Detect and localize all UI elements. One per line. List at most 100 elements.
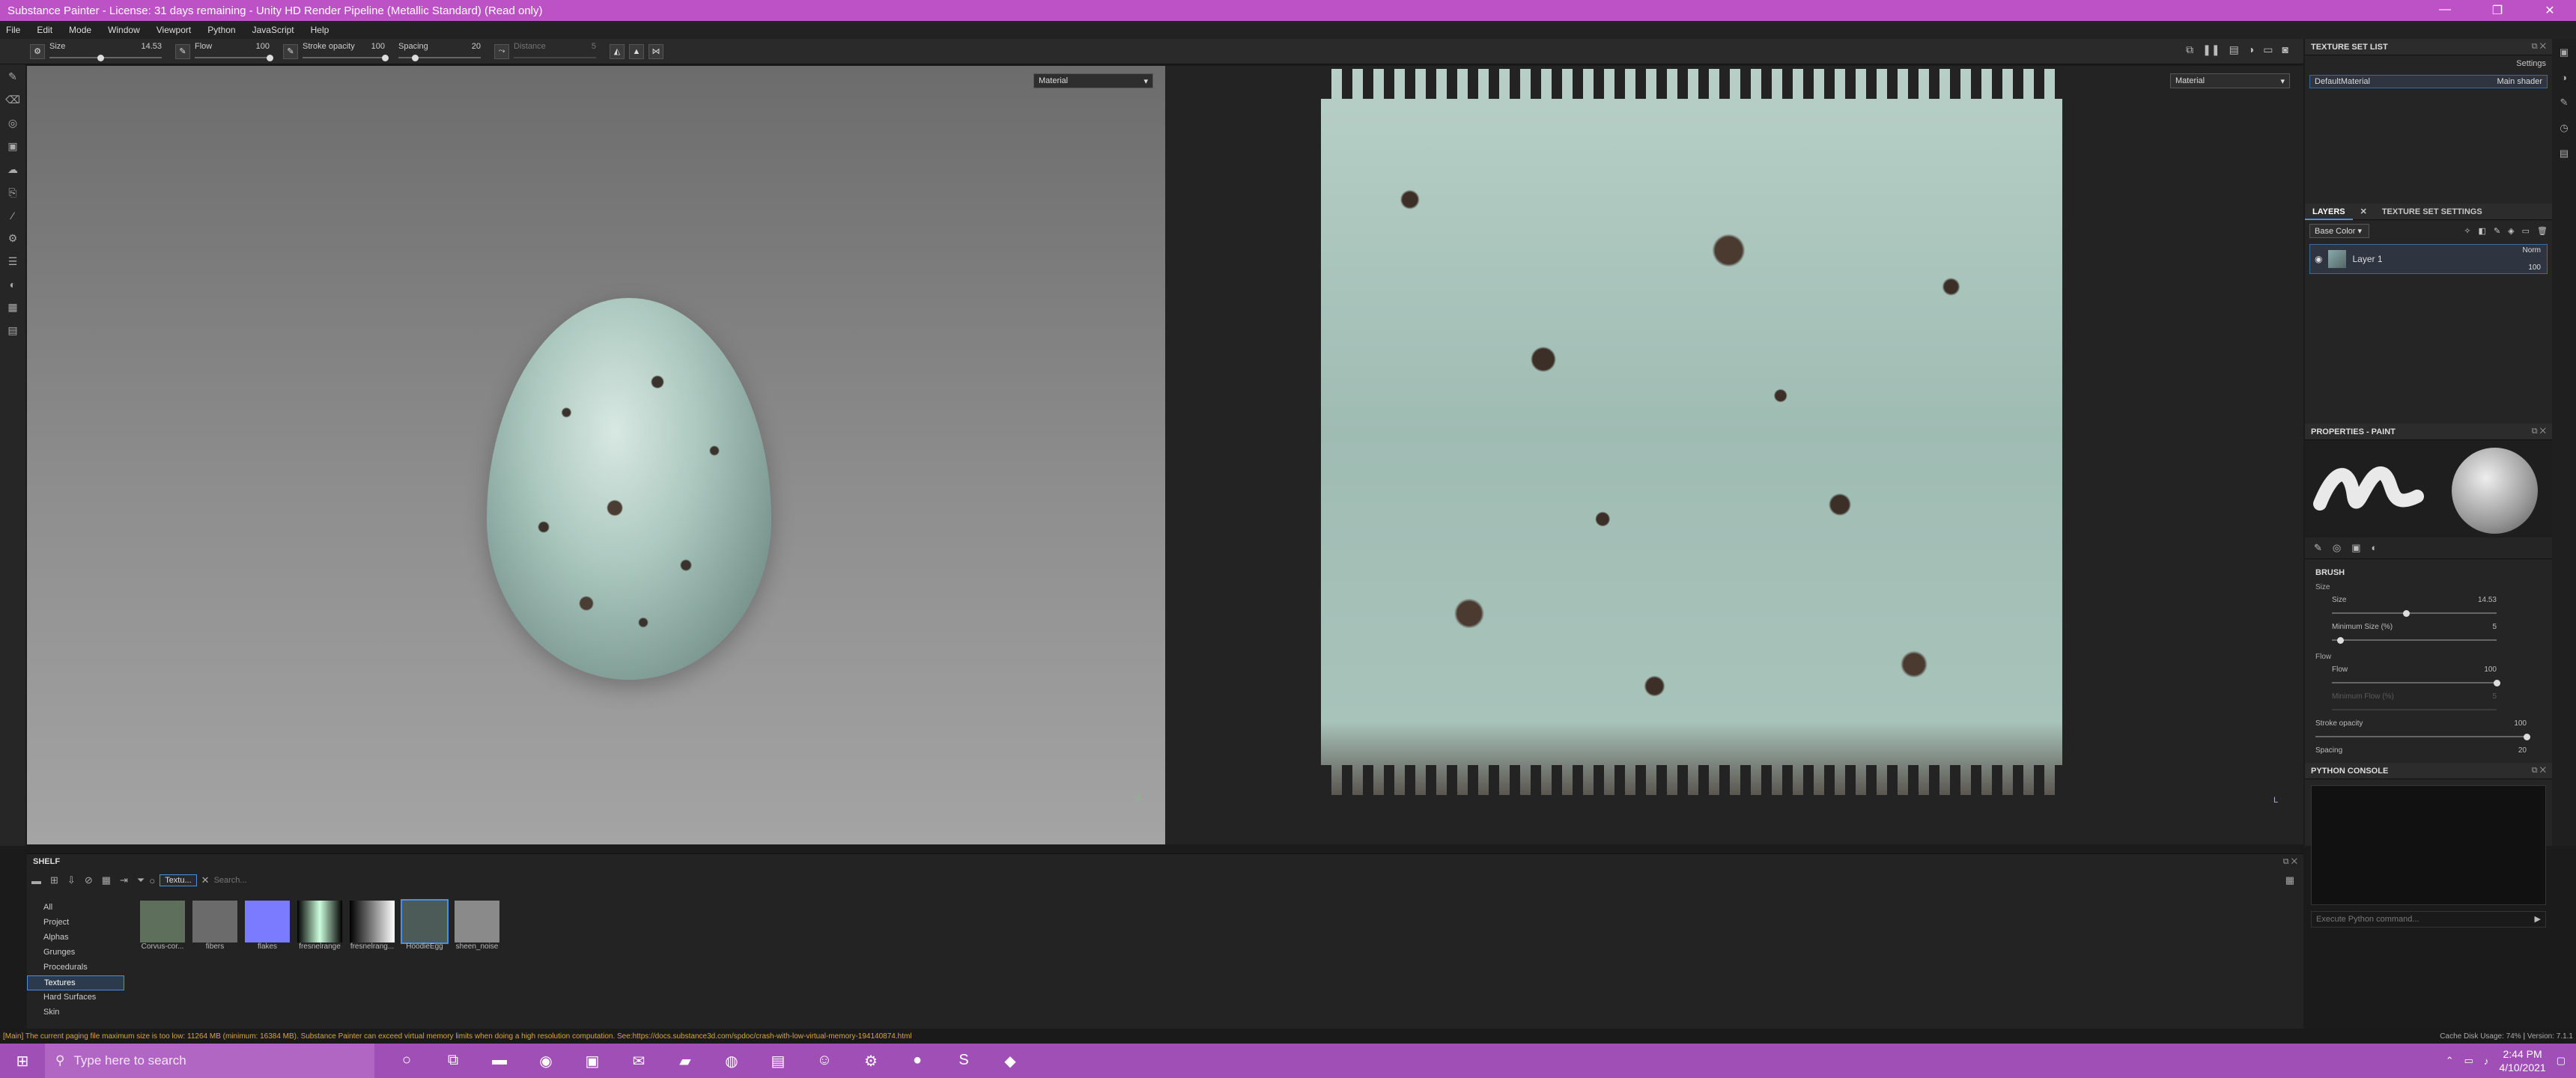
flow-knob[interactable] (267, 54, 273, 61)
sphere-icon[interactable]: ◑ (2248, 43, 2254, 56)
sync-icon[interactable]: ⇥ (120, 874, 128, 886)
clone-icon[interactable]: ⎘ (8, 186, 16, 199)
python-console-input[interactable]: Execute Python command... ▶ (2311, 911, 2546, 928)
prop-min-size-knob[interactable] (2337, 637, 2344, 644)
category-procedurals[interactable]: Procedurals (27, 960, 124, 975)
smudge-icon[interactable]: ☁ (7, 163, 18, 176)
brush-tab-icon[interactable]: ✎ (2314, 542, 2322, 554)
filter-icon[interactable]: ⏷ (137, 874, 145, 886)
remove-filter-icon[interactable]: ✕ (201, 874, 210, 886)
history-icon[interactable]: ◷ (2560, 122, 2568, 134)
alpha-tab-icon[interactable]: ◎ (2333, 542, 2341, 554)
menu-viewport[interactable]: Viewport (157, 25, 191, 35)
category-grunges[interactable]: Grunges (27, 945, 124, 960)
pen-pressure-icon[interactable]: ✎ (175, 43, 190, 59)
video-icon[interactable]: ▭ (2263, 43, 2273, 56)
layer-item[interactable]: ◉ Layer 1 Norm 100 (2309, 244, 2548, 274)
prop-size-slider[interactable]: Size 14.53 (2332, 596, 2542, 618)
texture-set-shader[interactable]: Main shader (2497, 77, 2542, 86)
prop-min-flow-slider[interactable]: Minimum Flow (%) 5 (2332, 692, 2542, 715)
menu-python[interactable]: Python (207, 25, 235, 35)
visibility-eye-icon[interactable]: ◉ (2315, 254, 2322, 264)
stencil-tab-icon[interactable]: ▣ (2351, 542, 2360, 554)
unity-icon[interactable]: ◆ (996, 1052, 1024, 1071)
spacing-knob[interactable] (412, 54, 419, 61)
brush-settings-icon[interactable]: ⚙ (30, 43, 45, 59)
shelf-search-input[interactable]: Search... (214, 876, 439, 885)
display-settings-icon[interactable]: ▤ (7, 324, 17, 337)
view-mode-icon[interactable]: ▦ (2285, 874, 2294, 886)
discord-icon[interactable]: ☺ (810, 1052, 839, 1071)
tab-texture-set-settings[interactable]: TEXTURE SET SETTINGS (2375, 207, 2490, 216)
align-icon[interactable]: ⋈ (648, 43, 663, 59)
layer-blend-mode[interactable]: Norm (2523, 246, 2541, 255)
category-hard-surfaces[interactable]: Hard Surfaces (27, 990, 124, 1005)
bake-icon[interactable]: ☰ (8, 255, 18, 268)
screenshot-icon[interactable]: ◙ (2282, 43, 2288, 56)
category-alphas[interactable]: Alphas (27, 931, 124, 945)
material-tab-icon[interactable]: ◐ (2372, 542, 2378, 554)
texture-set-settings-button[interactable]: Settings (2516, 59, 2546, 68)
category-project[interactable]: Project (27, 916, 124, 931)
shelf-item-selected[interactable]: HoodieEgg (401, 899, 449, 951)
file-explorer-icon[interactable]: ▬ (485, 1052, 514, 1071)
stroke-opacity-knob[interactable] (382, 54, 389, 61)
mirror-icon[interactable]: ▲ (629, 43, 644, 59)
pause-icon[interactable]: ❚❚ (2202, 43, 2220, 56)
texture-set-item[interactable]: DefaultMaterial Main shader (2309, 75, 2548, 88)
prop-flow-slider[interactable]: Flow 100 (2332, 666, 2542, 688)
filter-chip[interactable]: Textu... (160, 874, 197, 886)
shelf-item[interactable]: fresnelrang... (349, 901, 395, 951)
taskbar-search[interactable]: ⚲ Type here to search (45, 1044, 374, 1078)
chrome-icon[interactable]: ◉ (532, 1052, 560, 1071)
lazy-mouse-icon[interactable]: ⤳ (494, 43, 509, 59)
flow-slider[interactable]: Flow 100 (195, 39, 273, 64)
menu-window[interactable]: Window (108, 25, 140, 35)
shelf-item[interactable]: flakes (244, 901, 291, 951)
category-skin[interactable]: Skin (27, 1005, 124, 1020)
viewport-3d[interactable]: Material ▾ ⊥ (27, 66, 1165, 844)
prop-stroke-opacity-value[interactable]: 100 (2514, 719, 2527, 728)
volume-icon[interactable]: ♪ (2484, 1056, 2489, 1067)
prop-stroke-opacity-knob[interactable] (2524, 734, 2530, 740)
clock[interactable]: 2:44 PM 4/10/2021 (2499, 1047, 2545, 1074)
texture-set-icon[interactable]: ▣ (2560, 46, 2569, 58)
size-knob[interactable] (97, 54, 104, 61)
geometry-fill-icon[interactable]: ▣ (7, 140, 17, 153)
task-view-icon[interactable]: ⧉ (439, 1052, 467, 1071)
log-icon[interactable]: ▤ (2560, 147, 2569, 159)
menu-file[interactable]: File (6, 25, 20, 35)
stroke-opacity-slider[interactable]: Stroke opacity 100 (303, 39, 389, 64)
add-effect-icon[interactable]: ✧ (2464, 226, 2470, 236)
close-button[interactable]: ✕ (2524, 3, 2576, 18)
layer-opacity[interactable]: 100 (2528, 264, 2541, 272)
menu-edit[interactable]: Edit (37, 25, 52, 35)
category-all[interactable]: All (27, 901, 124, 916)
tab-close-icon[interactable]: ✕ (2353, 207, 2375, 216)
network-icon[interactable]: ▭ (2464, 1055, 2473, 1067)
prop-spacing-value[interactable]: 20 (2518, 746, 2527, 755)
windows-start-icon[interactable]: ⊞ (0, 1052, 45, 1071)
flow-pressure-icon[interactable]: ✎ (283, 43, 298, 59)
clear-filter-icon[interactable]: ○ (149, 875, 155, 886)
prop-flow-value[interactable]: 100 (2484, 666, 2497, 674)
app-icon[interactable]: ▤ (764, 1052, 792, 1071)
notifications-icon[interactable]: ▢ (2557, 1055, 2566, 1067)
import-icon[interactable]: ⇩ (67, 874, 76, 886)
prop-min-flow-value[interactable]: 5 (2492, 692, 2497, 701)
add-folder-icon[interactable]: ▭ (2522, 226, 2530, 236)
paint-brush-icon[interactable]: ✎ (8, 70, 17, 83)
prop-size-value[interactable]: 14.53 (2478, 596, 2497, 604)
size-slider[interactable]: Size 14.53 (49, 39, 162, 64)
folder-icon[interactable]: ▬ (31, 875, 41, 886)
clapper-icon[interactable]: ▰ (671, 1052, 699, 1071)
camera-sync-icon[interactable]: ⧉ (2186, 43, 2193, 56)
shelf-controls-icon[interactable]: ⧉ ✕ (2283, 857, 2297, 867)
menu-help[interactable]: Help (311, 25, 329, 35)
distance-slider[interactable]: Distance 5 (514, 39, 596, 64)
delete-layer-icon[interactable]: 🗑 (2537, 226, 2548, 236)
viewport-3d-mode-select[interactable]: Material ▾ (1033, 73, 1153, 88)
layers-icon[interactable]: ◑ (2561, 72, 2567, 83)
prop-spacing-slider[interactable]: Spacing 20 (2315, 746, 2542, 758)
viewport-2d[interactable]: Material ▾ L (1165, 66, 2303, 844)
